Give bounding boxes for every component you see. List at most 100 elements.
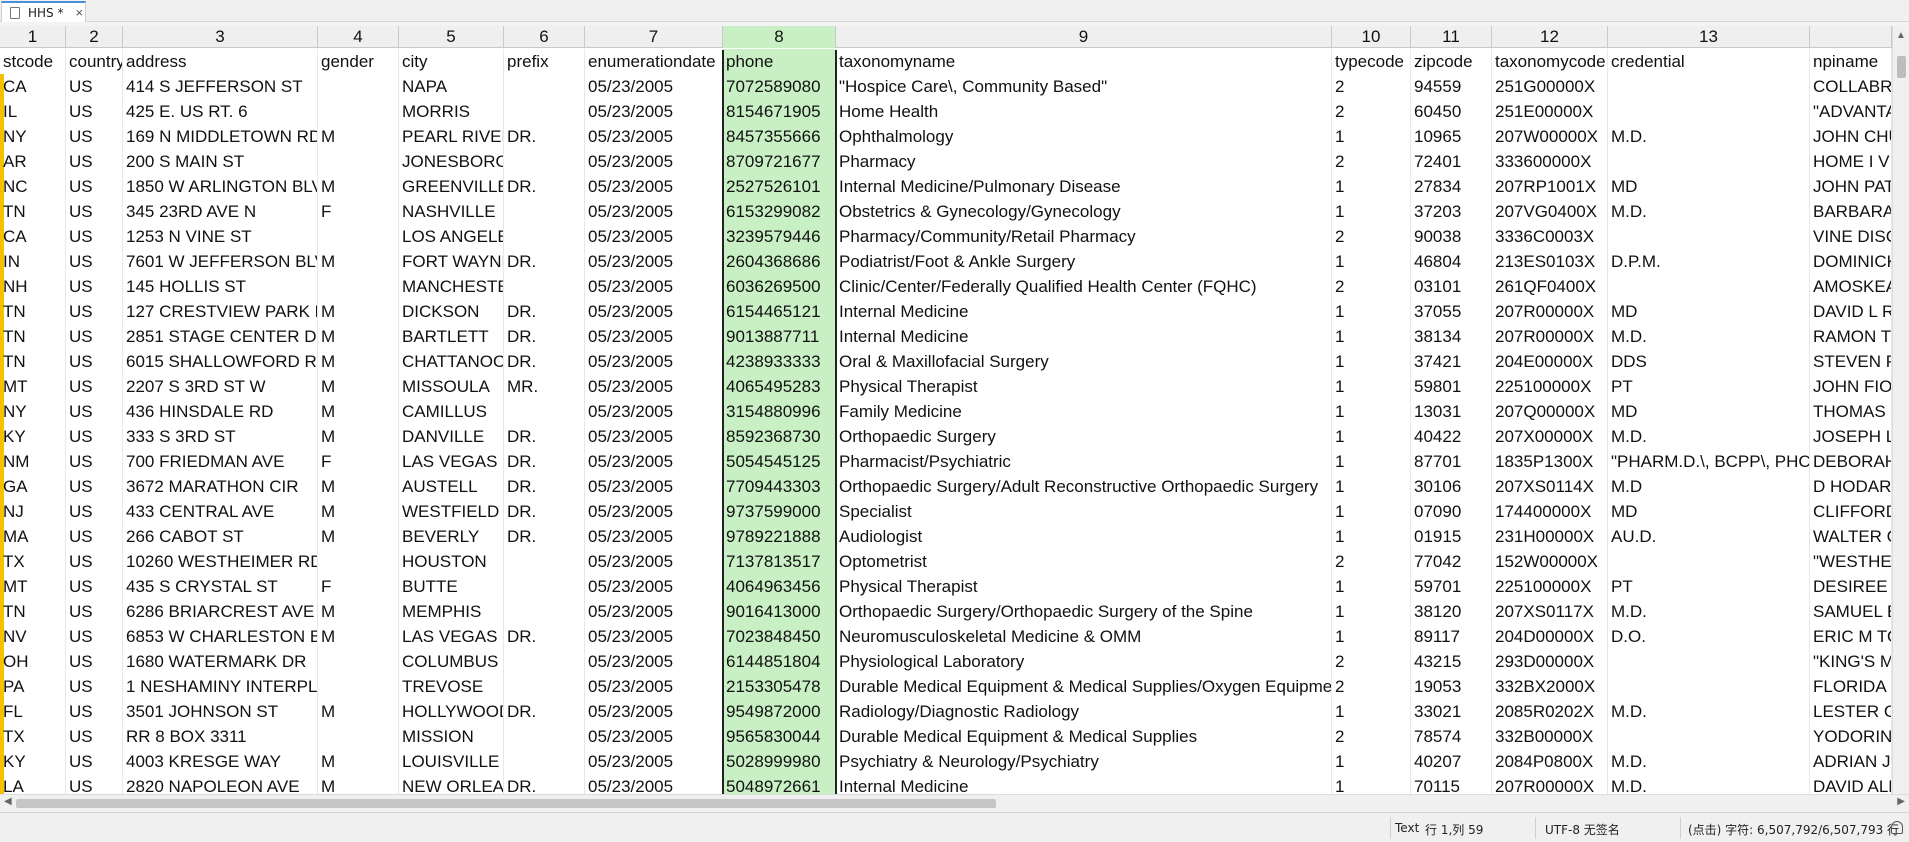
table-cell[interactable]: 05/23/2005 — [585, 224, 723, 249]
table-cell[interactable]: AMOSKEAG — [1810, 274, 1892, 299]
table-cell[interactable]: 05/23/2005 — [585, 599, 723, 624]
table-cell[interactable]: US — [66, 374, 123, 399]
table-cell[interactable]: M.D. — [1608, 699, 1810, 724]
table-cell[interactable]: STEVEN P T — [1810, 349, 1892, 374]
table-cell[interactable]: 77042 — [1411, 549, 1492, 574]
table-cell[interactable]: CLIFFORD — [1810, 499, 1892, 524]
table-cell[interactable]: BEVERLY — [399, 524, 504, 549]
table-cell[interactable]: DICKSON — [399, 299, 504, 324]
table-cell[interactable]: Physical Therapist — [836, 574, 1332, 599]
vertical-scrollbar[interactable]: ▲ — [1892, 26, 1909, 794]
table-cell[interactable]: 152W00000X — [1492, 549, 1608, 574]
table-cell[interactable]: Pharmacy — [836, 149, 1332, 174]
table-cell[interactable]: 1 — [1332, 574, 1411, 599]
table-cell[interactable]: M — [318, 624, 399, 649]
table-cell[interactable]: 6286 BRIARCREST AVE — [123, 599, 318, 624]
table-cell[interactable]: 7072589080 — [723, 74, 836, 99]
table-cell[interactable]: DANVILLE — [399, 424, 504, 449]
table-cell[interactable]: DR. — [504, 524, 585, 549]
table-cell[interactable]: 2527526101 — [723, 174, 836, 199]
table-cell[interactable]: 05/23/2005 — [585, 674, 723, 699]
table-cell[interactable]: US — [66, 549, 123, 574]
table-cell[interactable]: 1 — [1332, 374, 1411, 399]
table-cell[interactable]: US — [66, 649, 123, 674]
table-cell[interactable] — [504, 574, 585, 599]
table-cell[interactable]: MR. — [504, 374, 585, 399]
table-cell[interactable]: 261QF0400X — [1492, 274, 1608, 299]
table-cell[interactable]: "PHARM.D.\, BCPP\, PHC" — [1608, 449, 1810, 474]
table-cell[interactable]: JOHN CHU — [1810, 124, 1892, 149]
column-header-country[interactable]: country — [66, 49, 123, 74]
table-cell[interactable]: 2 — [1332, 149, 1411, 174]
table-cell[interactable]: US — [66, 599, 123, 624]
table-cell[interactable]: 207Q00000X — [1492, 399, 1608, 424]
table-cell[interactable]: 38134 — [1411, 324, 1492, 349]
table-cell[interactable] — [318, 724, 399, 749]
table-cell[interactable]: DAVID ALL — [1810, 774, 1892, 794]
table-cell[interactable]: US — [66, 324, 123, 349]
table-cell[interactable] — [504, 224, 585, 249]
table-cell[interactable]: 1 — [1332, 599, 1411, 624]
table-cell[interactable]: RAMON T — [1810, 324, 1892, 349]
table-cell[interactable]: Home Health — [836, 99, 1332, 124]
table-cell[interactable]: 43215 — [1411, 649, 1492, 674]
table-cell[interactable] — [318, 149, 399, 174]
table-cell[interactable]: 169 N MIDDLETOWN RD — [123, 124, 318, 149]
table-cell[interactable]: 05/23/2005 — [585, 374, 723, 399]
table-cell[interactable]: 2153305478 — [723, 674, 836, 699]
table-cell[interactable]: TN — [0, 324, 66, 349]
table-cell[interactable]: 27834 — [1411, 174, 1492, 199]
table-cell[interactable] — [1608, 274, 1810, 299]
column-number-6[interactable]: 6 — [504, 26, 585, 48]
table-cell[interactable]: 2 — [1332, 99, 1411, 124]
bell-icon[interactable] — [1891, 821, 1903, 834]
table-cell[interactable]: KY — [0, 424, 66, 449]
table-cell[interactable]: 05/23/2005 — [585, 174, 723, 199]
table-cell[interactable]: 5048972661 — [723, 774, 836, 794]
table-cell[interactable]: 05/23/2005 — [585, 324, 723, 349]
table-cell[interactable]: Audiologist — [836, 524, 1332, 549]
table-cell[interactable]: 70115 — [1411, 774, 1492, 794]
table-cell[interactable] — [1608, 674, 1810, 699]
column-header-address[interactable]: address — [123, 49, 318, 74]
table-cell[interactable]: US — [66, 399, 123, 424]
status-encoding[interactable]: UTF-8 无签名 — [1545, 821, 1620, 838]
table-cell[interactable]: 9565830044 — [723, 724, 836, 749]
horizontal-scroll-thumb[interactable] — [16, 799, 996, 808]
table-cell[interactable]: 46804 — [1411, 249, 1492, 274]
column-number-blank[interactable] — [1810, 26, 1892, 48]
table-cell[interactable]: NV — [0, 624, 66, 649]
table-cell[interactable]: 1 — [1332, 124, 1411, 149]
column-header-prefix[interactable]: prefix — [504, 49, 585, 74]
table-cell[interactable]: 37055 — [1411, 299, 1492, 324]
table-cell[interactable]: 3336C0003X — [1492, 224, 1608, 249]
table-cell[interactable]: BARTLETT — [399, 324, 504, 349]
table-cell[interactable]: 37203 — [1411, 199, 1492, 224]
table-cell[interactable]: MISSOULA — [399, 374, 504, 399]
column-header-phone[interactable]: phone — [723, 49, 836, 74]
table-cell[interactable]: MT — [0, 574, 66, 599]
table-cell[interactable]: 207R00000X — [1492, 774, 1608, 794]
table-cell[interactable]: 207VG0400X — [1492, 199, 1608, 224]
table-cell[interactable]: US — [66, 499, 123, 524]
column-header-city[interactable]: city — [399, 49, 504, 74]
table-cell[interactable]: F — [318, 449, 399, 474]
table-cell[interactable]: 7601 W JEFFERSON BLVD — [123, 249, 318, 274]
table-cell[interactable]: 05/23/2005 — [585, 449, 723, 474]
table-cell[interactable]: 2 — [1332, 74, 1411, 99]
table-cell[interactable]: NY — [0, 124, 66, 149]
column-header-npiname[interactable]: npiname — [1810, 49, 1892, 74]
table-cell[interactable]: Podiatrist/Foot & Ankle Surgery — [836, 249, 1332, 274]
table-cell[interactable]: D.O. — [1608, 624, 1810, 649]
table-cell[interactable]: 204D00000X — [1492, 624, 1608, 649]
table-cell[interactable]: M.D. — [1608, 199, 1810, 224]
table-cell[interactable]: 332BX2000X — [1492, 674, 1608, 699]
table-cell[interactable]: 6015 SHALLOWFORD RO — [123, 349, 318, 374]
scroll-left-icon[interactable]: ◀ — [4, 796, 12, 807]
table-cell[interactable]: 1 — [1332, 249, 1411, 274]
table-cell[interactable]: 13031 — [1411, 399, 1492, 424]
table-cell[interactable]: 1 — [1332, 499, 1411, 524]
table-cell[interactable]: US — [66, 449, 123, 474]
table-cell[interactable]: 05/23/2005 — [585, 399, 723, 424]
table-cell[interactable]: TN — [0, 199, 66, 224]
